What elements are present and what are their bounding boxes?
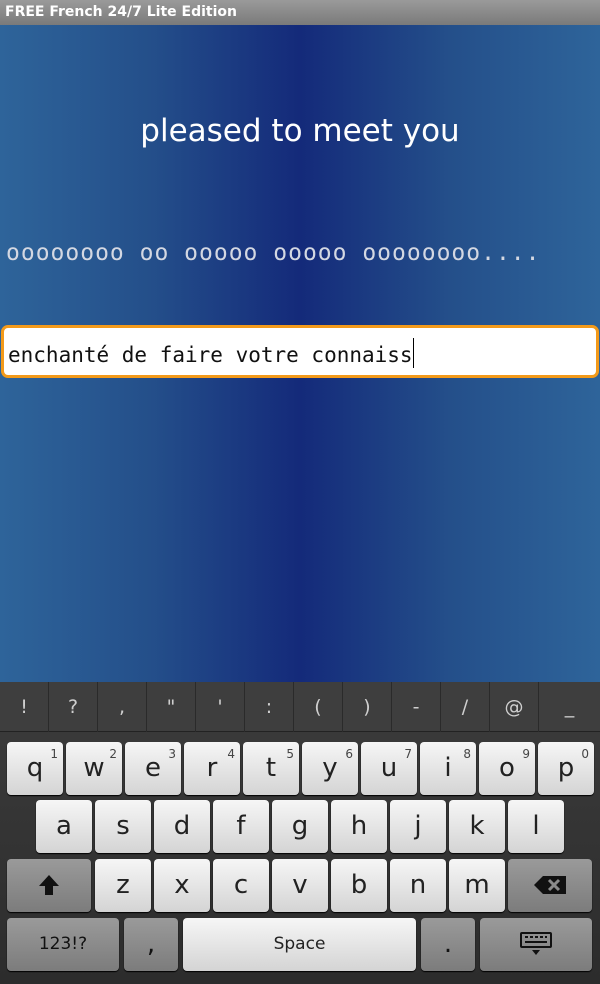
mode-switch-key[interactable]: 123!? <box>7 918 119 971</box>
symbol-key-open-paren[interactable]: ( <box>294 682 343 732</box>
symbol-key-double-quote[interactable]: " <box>147 682 196 732</box>
key-z[interactable]: z <box>95 859 151 912</box>
keyboard-icon <box>520 932 552 955</box>
comma-key[interactable]: , <box>124 918 178 971</box>
space-key[interactable]: Space <box>183 918 416 971</box>
key-t[interactable]: t5 <box>243 742 299 795</box>
symbol-key-at[interactable]: @ <box>490 682 539 732</box>
answer-text: enchanté de faire votre connaiss <box>8 343 413 367</box>
key-x[interactable]: x <box>154 859 210 912</box>
symbol-key-hyphen[interactable]: - <box>392 682 441 732</box>
symbol-key-close-paren[interactable]: ) <box>343 682 392 732</box>
key-n[interactable]: n <box>390 859 446 912</box>
key-e[interactable]: e3 <box>125 742 181 795</box>
key-g[interactable]: g <box>272 800 328 853</box>
key-b[interactable]: b <box>331 859 387 912</box>
english-phrase: pleased to meet you <box>140 113 460 149</box>
key-m[interactable]: m <box>449 859 505 912</box>
symbol-row: ! ? , " ' : ( ) - / @ _ <box>0 682 600 732</box>
answer-input[interactable]: enchanté de faire votre connaiss <box>1 325 599 378</box>
app-title-bar: FREE French 24/7 Lite Edition <box>0 0 600 25</box>
symbol-key-slash[interactable]: / <box>441 682 490 732</box>
text-caret <box>412 338 414 368</box>
symbol-key-question[interactable]: ? <box>49 682 98 732</box>
symbol-key-exclamation[interactable]: ! <box>0 682 49 732</box>
key-h[interactable]: h <box>331 800 387 853</box>
answer-hint: oooooooo oo ooooo ooooo oooooooo.... <box>6 240 541 266</box>
key-y[interactable]: y6 <box>302 742 358 795</box>
backspace-key[interactable] <box>508 859 592 912</box>
symbol-key-underscore[interactable]: _ <box>539 682 600 732</box>
key-o[interactable]: o9 <box>479 742 535 795</box>
symbol-key-colon[interactable]: : <box>245 682 294 732</box>
key-p[interactable]: p0 <box>538 742 594 795</box>
key-l[interactable]: l <box>508 800 564 853</box>
key-k[interactable]: k <box>449 800 505 853</box>
key-i[interactable]: i8 <box>420 742 476 795</box>
key-u[interactable]: u7 <box>361 742 417 795</box>
soft-keyboard: ! ? , " ' : ( ) - / @ _ q1 w2 e3 r4 t5 y… <box>0 682 600 984</box>
key-j[interactable]: j <box>390 800 446 853</box>
lesson-area: pleased to meet you oooooooo oo ooooo oo… <box>0 25 600 682</box>
hide-keyboard-key[interactable] <box>480 918 592 971</box>
period-key[interactable]: . <box>421 918 475 971</box>
key-c[interactable]: c <box>213 859 269 912</box>
key-f[interactable]: f <box>213 800 269 853</box>
symbol-key-comma[interactable]: , <box>98 682 147 732</box>
shift-key[interactable] <box>7 859 91 912</box>
up-arrow-icon <box>39 875 59 895</box>
key-d[interactable]: d <box>154 800 210 853</box>
key-q[interactable]: q1 <box>7 742 63 795</box>
key-s[interactable]: s <box>95 800 151 853</box>
key-w[interactable]: w2 <box>66 742 122 795</box>
symbol-key-apostrophe[interactable]: ' <box>196 682 245 732</box>
app-title: FREE French 24/7 Lite Edition <box>5 4 237 20</box>
key-r[interactable]: r4 <box>184 742 240 795</box>
key-v[interactable]: v <box>272 859 328 912</box>
backspace-icon <box>534 876 566 894</box>
key-a[interactable]: a <box>36 800 92 853</box>
